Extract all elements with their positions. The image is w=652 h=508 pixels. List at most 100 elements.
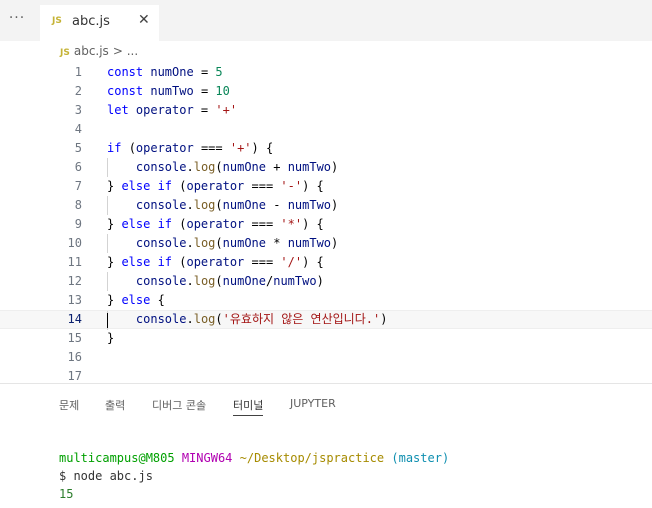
- tab-label: abc.js: [72, 14, 110, 29]
- code-line[interactable]: 3 let operator = '+': [0, 101, 652, 120]
- terminal-output[interactable]: multicampus@M805 MINGW64 ~/Desktop/jspra…: [59, 449, 449, 503]
- javascript-file-icon: JS: [52, 16, 62, 26]
- token: {: [157, 293, 165, 307]
- token: ): [316, 274, 324, 288]
- token: '유효하지 않은 연산입니다.': [222, 312, 381, 326]
- token: const: [107, 65, 151, 79]
- code-text: } else if (operator === '/') {: [107, 253, 324, 272]
- tab-output[interactable]: 출력: [105, 397, 125, 413]
- token: numOne: [150, 65, 194, 79]
- token: log: [193, 160, 216, 174]
- breadcrumb-file[interactable]: abc.js: [74, 44, 109, 58]
- line-number: 8: [74, 198, 82, 212]
- code-text: const numTwo = 10: [107, 82, 230, 101]
- token: (: [215, 236, 223, 250]
- line-number: 11: [67, 255, 82, 269]
- token: log: [193, 236, 216, 250]
- tab-problems[interactable]: 문제: [59, 397, 79, 413]
- javascript-file-icon: JS: [60, 48, 70, 58]
- token: (: [215, 160, 223, 174]
- token: console: [107, 312, 187, 326]
- code-line[interactable]: 7} else if (operator === '-') {: [0, 177, 652, 196]
- breadcrumb-symbols[interactable]: ...: [127, 44, 138, 58]
- token: ) {: [302, 255, 324, 269]
- token: numOne: [222, 236, 266, 250]
- token: (: [215, 274, 223, 288]
- code-line[interactable]: 11 } else if (operator === '/') {: [0, 253, 652, 272]
- code-line[interactable]: 1 const numOne = 5: [0, 63, 652, 82]
- token: operator: [135, 103, 194, 117]
- token: }: [107, 217, 122, 231]
- token: .: [186, 274, 194, 288]
- token: operator: [186, 179, 245, 193]
- code-line[interactable]: 14 console.log('유효하지 않은 연산입니다.'): [0, 310, 652, 330]
- code-text: } else if (operator === '*') {: [107, 215, 324, 234]
- token: log: [193, 198, 216, 212]
- token: (: [215, 198, 223, 212]
- terminal-prompt-line: multicampus@M805 MINGW64 ~/Desktop/jspra…: [59, 449, 449, 467]
- terminal-system: MINGW64: [181, 451, 233, 465]
- code-line[interactable]: 12 console.log(numOne/numTwo): [0, 272, 652, 291]
- line-number: 9: [74, 217, 82, 231]
- tab-abc-js[interactable]: JS abc.js ✕: [40, 5, 159, 41]
- token: else if: [121, 179, 180, 193]
- terminal-user: multicampus@M805: [59, 451, 175, 465]
- line-number: 3: [74, 103, 82, 117]
- token: .: [186, 198, 194, 212]
- line-number: 16: [67, 350, 82, 364]
- token: .: [186, 312, 194, 326]
- code-editor[interactable]: 1 const numOne = 5 2 const numTwo = 10 3 let …: [0, 63, 652, 383]
- token: numOne: [222, 198, 266, 212]
- token: '-': [280, 179, 303, 193]
- token: ===: [244, 255, 281, 269]
- code-line[interactable]: 2 const numTwo = 10: [0, 82, 652, 101]
- token: if: [107, 141, 129, 155]
- code-line[interactable]: 10 console.log(numOne * numTwo): [0, 234, 652, 253]
- token: operator: [135, 141, 194, 155]
- code-line[interactable]: 16: [0, 348, 652, 367]
- token: const: [107, 84, 151, 98]
- token: console: [107, 236, 187, 250]
- line-number: 10: [67, 236, 82, 250]
- code-text: }: [107, 329, 114, 348]
- code-text: if (operator === '+') {: [107, 139, 273, 158]
- token: numTwo: [273, 274, 317, 288]
- code-text: } else if (operator === '-') {: [107, 177, 324, 196]
- token: console: [107, 198, 187, 212]
- token: ): [331, 160, 339, 174]
- line-number: 15: [67, 331, 82, 345]
- token: else if: [121, 255, 180, 269]
- token: log: [193, 274, 216, 288]
- line-number: 13: [67, 293, 82, 307]
- token: }: [107, 331, 115, 345]
- more-actions-button[interactable]: ···: [0, 8, 34, 32]
- code-text: console.log(numOne * numTwo): [107, 234, 338, 253]
- close-icon[interactable]: ✕: [138, 12, 150, 28]
- terminal-path: ~/Desktop/jspractice: [239, 451, 385, 465]
- tab-jupyter[interactable]: JUPYTER: [290, 397, 336, 410]
- token: ) {: [302, 217, 324, 231]
- tab-terminal[interactable]: 터미널: [233, 397, 264, 416]
- code-line[interactable]: 4: [0, 120, 652, 139]
- token: else: [121, 293, 158, 307]
- line-number: 1: [74, 65, 82, 79]
- code-line[interactable]: 5 if (operator === '+') {: [0, 139, 652, 158]
- code-line[interactable]: 8 console.log(numOne - numTwo): [0, 196, 652, 215]
- text-cursor: [107, 313, 108, 328]
- token: ) {: [251, 141, 274, 155]
- token: operator: [186, 255, 245, 269]
- code-line[interactable]: 15}: [0, 329, 652, 348]
- code-text: } else {: [107, 291, 165, 310]
- token: ===: [193, 141, 230, 155]
- terminal-command: $ node abc.js: [59, 469, 153, 483]
- token: .: [186, 236, 194, 250]
- code-line[interactable]: 13 } else {: [0, 291, 652, 310]
- tab-debug-console[interactable]: 디버그 콘솔: [152, 397, 206, 413]
- code-line[interactable]: 9 } else if (operator === '*') {: [0, 215, 652, 234]
- line-number: 2: [74, 84, 82, 98]
- token: console: [107, 160, 187, 174]
- token: ) {: [302, 179, 324, 193]
- code-line[interactable]: 6 console.log(numOne + numTwo): [0, 158, 652, 177]
- token: numTwo: [287, 160, 332, 174]
- token: else if: [121, 217, 180, 231]
